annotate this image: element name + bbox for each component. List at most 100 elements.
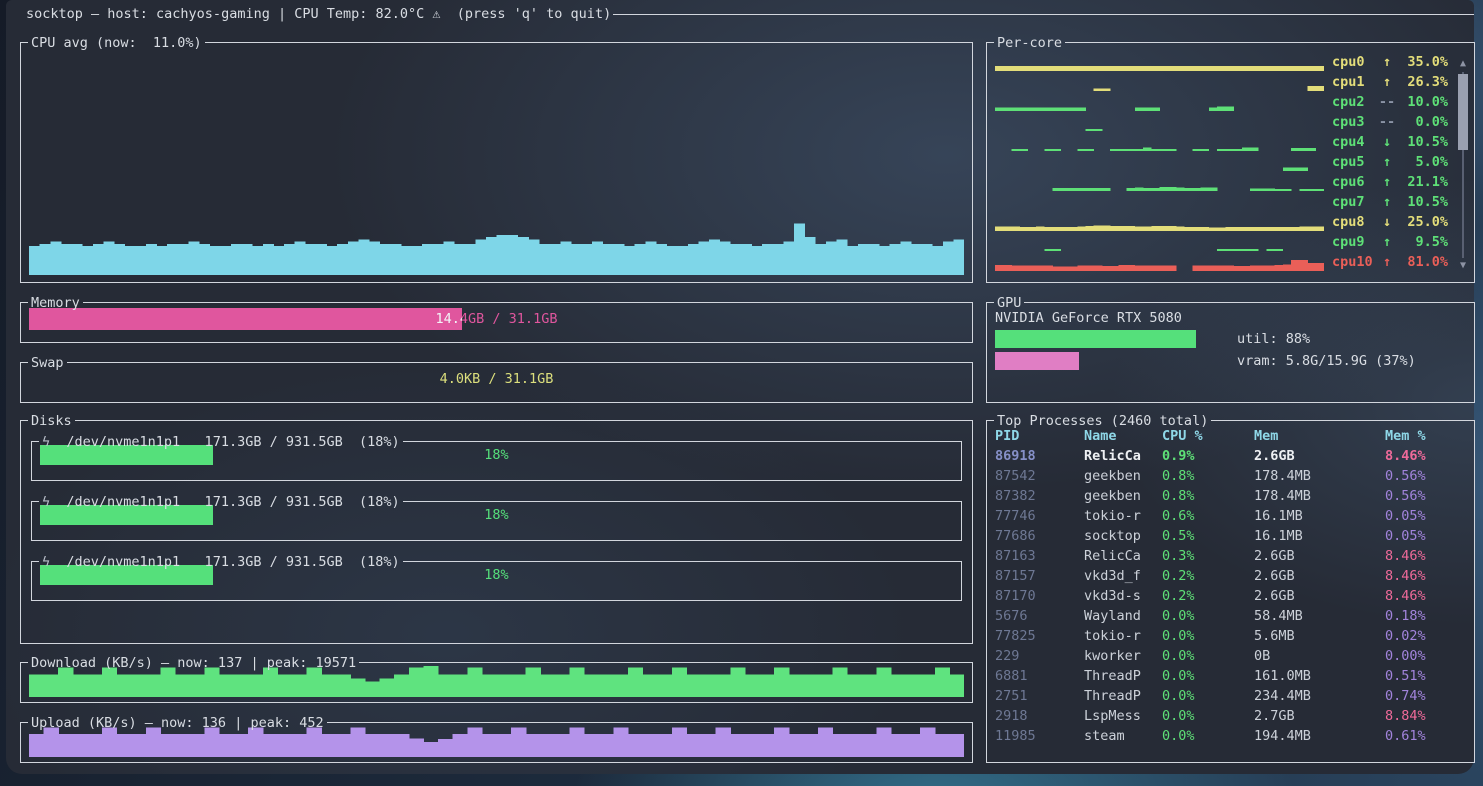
cpu-avg-sparkline bbox=[29, 52, 964, 275]
process-pid: 11985 bbox=[995, 726, 1084, 746]
core-sparkline bbox=[995, 216, 1324, 231]
core-row-cpu10: cpu10↑81.0% bbox=[987, 252, 1452, 272]
process-mem-pct: 8.84% bbox=[1385, 706, 1464, 726]
gpu-util-row: util: 88% bbox=[995, 328, 1466, 350]
process-mem: 2.6GB bbox=[1254, 586, 1385, 606]
core-name: cpu3 bbox=[1332, 112, 1378, 132]
per-core-panel: Per-core cpu0↑35.0%cpu1↑26.3%cpu2--10.0%… bbox=[986, 34, 1475, 283]
upload-panel: Upload (KB/s) — now: 136 | peak: 452 bbox=[20, 714, 973, 763]
process-row[interactable]: 87163RelicCa0.3%2.6GB8.46% bbox=[995, 546, 1464, 566]
download-title: Download (KB/s) — now: 137 | peak: 19571 bbox=[28, 653, 359, 673]
core-value: 5.0% bbox=[1396, 152, 1448, 172]
percore-scrollbar[interactable]: ▲ ▼ bbox=[1457, 58, 1469, 272]
process-mem: 2.6GB bbox=[1254, 566, 1385, 586]
scrollbar-thumb[interactable] bbox=[1458, 74, 1468, 150]
process-row[interactable]: 87170vkd3d-s0.2%2.6GB8.46% bbox=[995, 586, 1464, 606]
terminal-window: socktop — host: cachyos-gaming | CPU Tem… bbox=[6, 0, 1474, 774]
disks-panel: Disks ϟ /dev/nvme1n1p1 171.3GB / 931.5GB… bbox=[20, 412, 973, 644]
col-mem: Mem bbox=[1254, 426, 1385, 446]
process-name: Wayland bbox=[1084, 606, 1162, 626]
processes-title: Top Processes (2460 total) bbox=[994, 411, 1211, 431]
process-name: RelicCa bbox=[1084, 546, 1162, 566]
scrollbar-track[interactable] bbox=[1457, 70, 1469, 260]
process-mem-pct: 0.05% bbox=[1385, 526, 1464, 546]
process-cpu: 0.5% bbox=[1162, 526, 1254, 546]
process-row[interactable]: 77825tokio-r0.0%5.6MB0.02% bbox=[995, 626, 1464, 646]
process-mem-pct: 0.61% bbox=[1385, 726, 1464, 746]
core-name: cpu0 bbox=[1332, 52, 1378, 72]
process-pid: 77825 bbox=[995, 626, 1084, 646]
process-row[interactable]: 2751ThreadP0.0%234.4MB0.74% bbox=[995, 686, 1464, 706]
process-mem: 2.6GB bbox=[1254, 546, 1385, 566]
core-value: 25.0% bbox=[1396, 212, 1448, 232]
process-cpu: 0.0% bbox=[1162, 686, 1254, 706]
process-cpu: 0.2% bbox=[1162, 566, 1254, 586]
process-row[interactable]: 5676Wayland0.0%58.4MB0.18% bbox=[995, 606, 1464, 626]
core-name: cpu5 bbox=[1332, 152, 1378, 172]
process-row[interactable]: 87542geekben0.8%178.4MB0.56% bbox=[995, 466, 1464, 486]
process-cpu: 0.9% bbox=[1162, 446, 1254, 466]
app-title: socktop — host: cachyos-gaming | CPU Tem… bbox=[26, 4, 613, 24]
process-row[interactable]: 87382geekben0.8%178.4MB0.56% bbox=[995, 486, 1464, 506]
swap-usage-label: 4.0KB / 31.1GB bbox=[29, 368, 964, 390]
process-pid: 87163 bbox=[995, 546, 1084, 566]
process-row[interactable]: 2918LspMess0.0%2.7GB8.84% bbox=[995, 706, 1464, 726]
process-mem-pct: 0.05% bbox=[1385, 506, 1464, 526]
process-mem: 178.4MB bbox=[1254, 466, 1385, 486]
titlebar: socktop — host: cachyos-gaming | CPU Tem… bbox=[6, 4, 1474, 24]
core-trend-icon: ↑ bbox=[1378, 52, 1396, 72]
scroll-down-icon[interactable]: ▼ bbox=[1460, 260, 1466, 272]
process-row[interactable]: 77746tokio-r0.6%16.1MB0.05% bbox=[995, 506, 1464, 526]
process-row[interactable]: 11985steam0.0%194.4MB0.61% bbox=[995, 726, 1464, 746]
disk-lightning-icon: ϟ bbox=[42, 492, 66, 512]
process-mem-pct: 8.46% bbox=[1385, 546, 1464, 566]
core-sparkline bbox=[995, 236, 1324, 251]
core-trend-icon: ↓ bbox=[1378, 132, 1396, 152]
process-row[interactable]: 6881ThreadP0.0%161.0MB0.51% bbox=[995, 666, 1464, 686]
process-mem: 0B bbox=[1254, 646, 1385, 666]
process-mem-pct: 0.18% bbox=[1385, 606, 1464, 626]
core-sparkline bbox=[995, 76, 1324, 91]
process-name: steam bbox=[1084, 726, 1162, 746]
process-row[interactable]: 86918RelicCa0.9%2.6GB8.46% bbox=[995, 446, 1464, 466]
core-value: 9.5% bbox=[1396, 232, 1448, 252]
process-mem-pct: 8.46% bbox=[1385, 446, 1464, 466]
process-pid: 87382 bbox=[995, 486, 1084, 506]
process-row[interactable]: 77686socktop0.5%16.1MB0.05% bbox=[995, 526, 1464, 546]
process-mem: 2.7GB bbox=[1254, 706, 1385, 726]
core-trend-icon: ↑ bbox=[1378, 172, 1396, 192]
process-mem-pct: 0.51% bbox=[1385, 666, 1464, 686]
upload-title: Upload (KB/s) — now: 136 | peak: 452 bbox=[28, 713, 327, 733]
process-pid: 86918 bbox=[995, 446, 1084, 466]
process-mem-pct: 8.46% bbox=[1385, 586, 1464, 606]
core-sparkline bbox=[995, 96, 1324, 111]
process-name: tokio-r bbox=[1084, 626, 1162, 646]
process-mem-pct: 0.02% bbox=[1385, 626, 1464, 646]
core-value: 21.1% bbox=[1396, 172, 1448, 192]
core-value: 81.0% bbox=[1396, 252, 1448, 272]
process-cpu: 0.0% bbox=[1162, 606, 1254, 626]
process-row[interactable]: 87157vkd3d_f0.2%2.6GB8.46% bbox=[995, 566, 1464, 586]
gpu-util-fill bbox=[995, 330, 1196, 348]
memory-gauge: 14.4GB / 31.1GB 14.4GB / 31.1GB bbox=[29, 308, 964, 330]
swap-title: Swap bbox=[28, 353, 67, 373]
core-sparkline bbox=[995, 196, 1324, 211]
core-name: cpu6 bbox=[1332, 172, 1378, 192]
process-name: geekben bbox=[1084, 486, 1162, 506]
process-name: ThreadP bbox=[1084, 686, 1162, 706]
scroll-up-icon[interactable]: ▲ bbox=[1460, 58, 1466, 70]
process-row[interactable]: 229kworker0.0%0B0.00% bbox=[995, 646, 1464, 666]
core-name: cpu1 bbox=[1332, 72, 1378, 92]
core-value: 35.0% bbox=[1396, 52, 1448, 72]
process-pid: 5676 bbox=[995, 606, 1084, 626]
process-cpu: 0.0% bbox=[1162, 666, 1254, 686]
gpu-panel: GPU NVIDIA GeForce RTX 5080 util: 88% vr… bbox=[986, 294, 1475, 403]
swap-gauge: 4.0KB / 31.1GB bbox=[29, 368, 964, 390]
memory-panel: Memory 14.4GB / 31.1GB 14.4GB / 31.1GB bbox=[20, 294, 973, 343]
core-name: cpu8 bbox=[1332, 212, 1378, 232]
gpu-util-label: util: 88% bbox=[1237, 329, 1310, 349]
memory-title: Memory bbox=[28, 293, 83, 313]
core-sparkline bbox=[995, 156, 1324, 171]
disk-panel: ϟ /dev/nvme1n1p1 171.3GB / 931.5GB (18%)… bbox=[31, 433, 962, 481]
core-value: 26.3% bbox=[1396, 72, 1448, 92]
